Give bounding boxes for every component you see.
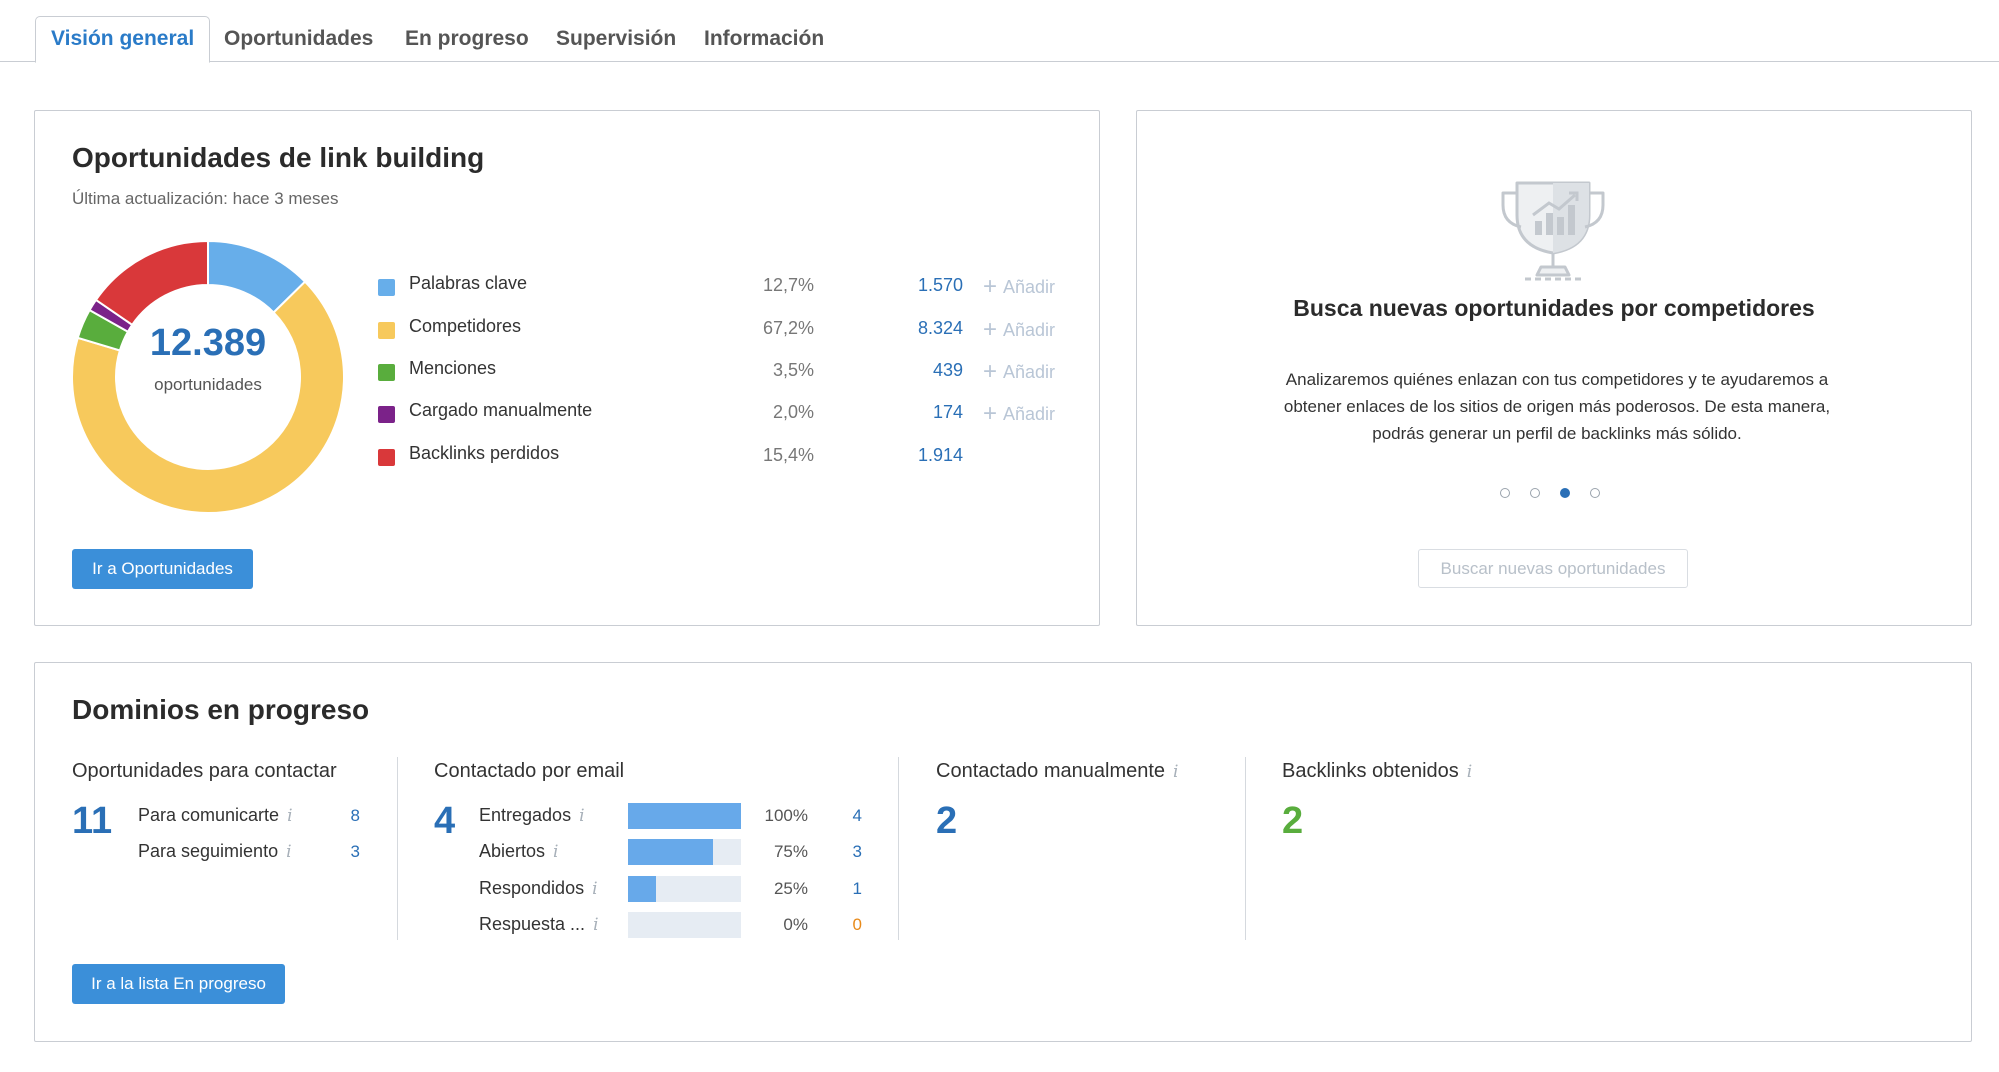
tab-information[interactable]: Información	[704, 14, 824, 62]
email-status-row: Respondidos i	[479, 878, 598, 899]
email-status-row: Respuesta ... i	[479, 914, 599, 935]
last-updated-text: Última actualización: hace 3 meses	[72, 189, 339, 208]
info-icon[interactable]: i	[287, 806, 292, 826]
trophy-chart-icon	[1501, 181, 1605, 281]
legend-swatch	[378, 279, 395, 296]
info-icon[interactable]: i	[592, 879, 597, 899]
legend-row: Menciones 3,5% 439 + Añadir	[378, 356, 1078, 386]
legend-row: Palabras clave 12,7% 1.570 + Añadir	[378, 271, 1078, 301]
add-competitors-button[interactable]: + Añadir	[983, 315, 1055, 343]
manual-contacted-header: Contactado manualmente i	[936, 760, 1179, 782]
tab-monitoring[interactable]: Supervisión	[556, 14, 676, 62]
progress-bar-fill	[628, 876, 657, 902]
legend-swatch	[378, 364, 395, 381]
row-label: Respuesta ...	[479, 914, 586, 934]
row-label: Entregados	[479, 805, 572, 825]
tab-in-progress[interactable]: En progreso	[405, 14, 529, 62]
email-status-row: Abiertos i	[479, 841, 558, 862]
legend-count-link[interactable]: 439	[823, 360, 963, 381]
row-label: Respondidos	[479, 878, 585, 898]
email-status-row: Entregados i	[479, 805, 585, 826]
column-divider	[397, 757, 398, 940]
info-icon[interactable]: i	[553, 842, 558, 862]
donut-total: 12.389	[149, 322, 267, 364]
progress-bar-fill	[628, 839, 713, 865]
legend-row: Cargado manualmente 2,0% 174 + Añadir	[378, 398, 1078, 428]
legend-count-link[interactable]: 1.570	[823, 275, 963, 296]
carousel-dot[interactable]	[1500, 488, 1510, 498]
legend-row: Backlinks perdidos 15,4% 1.914	[378, 441, 1078, 471]
row-label: Para comunicarte	[138, 805, 280, 825]
backlinks-obtained-header: Backlinks obtenidos i	[1282, 760, 1473, 782]
email-percent: 25%	[773, 879, 808, 898]
to-contact-value[interactable]: 3	[320, 842, 360, 862]
email-count[interactable]: 1	[842, 879, 862, 899]
plus-icon: +	[983, 273, 998, 300]
legend-percent: 3,5%	[772, 360, 814, 380]
info-icon[interactable]: i	[1467, 762, 1472, 782]
row-label: Para seguimiento	[138, 841, 279, 861]
email-contacted-total[interactable]: 4	[434, 800, 455, 843]
legend-percent: 12,7%	[762, 275, 814, 295]
email-percent: 75%	[773, 842, 808, 861]
info-icon[interactable]: i	[1173, 762, 1178, 782]
column-divider	[1245, 757, 1246, 940]
carousel-dot[interactable]	[1590, 488, 1600, 498]
column-divider	[898, 757, 899, 940]
donut-slice-4[interactable]	[94, 239, 209, 327]
legend-count-link[interactable]: 174	[823, 402, 963, 423]
email-count[interactable]: 4	[842, 806, 862, 826]
legend-swatch	[378, 449, 395, 466]
to-contact-total[interactable]: 11	[72, 800, 112, 843]
info-icon[interactable]: i	[593, 915, 598, 935]
email-count[interactable]: 3	[842, 842, 862, 862]
in-progress-title: Dominios en progreso	[72, 694, 370, 725]
legend-count-link[interactable]: 8.324	[823, 318, 963, 339]
to-contact-value[interactable]: 8	[320, 806, 360, 826]
backlinks-obtained-total[interactable]: 2	[1282, 800, 1303, 843]
to-contact-row: Para comunicarte i	[138, 805, 293, 826]
go-to-opportunities-button[interactable]: Ir a Oportunidades	[72, 549, 253, 589]
to-contact-header: Oportunidades para contactar	[72, 760, 337, 782]
opportunities-title: Oportunidades de link building	[72, 142, 485, 173]
info-icon[interactable]: i	[579, 806, 584, 826]
email-contacted-header: Contactado por email	[434, 760, 625, 782]
add-keywords-button[interactable]: + Añadir	[983, 272, 1055, 300]
legend-swatch	[378, 406, 395, 423]
competitors-card-description: Analizaremos quiénes enlazan con tus com…	[1283, 370, 1831, 443]
legend-label: Palabras clave	[409, 273, 528, 293]
add-mentions-button[interactable]: + Añadir	[983, 357, 1055, 385]
legend-percent: 2,0%	[772, 402, 814, 422]
donut-total-label: oportunidades	[154, 375, 262, 394]
row-label: Abiertos	[479, 841, 546, 861]
find-new-opportunities-button[interactable]: Buscar nuevas oportunidades	[1418, 549, 1688, 588]
legend-label: Cargado manualmente	[409, 400, 593, 420]
legend-percent: 15,4%	[762, 445, 814, 465]
email-percent: 100%	[764, 806, 808, 825]
competitors-card-title: Busca nuevas oportunidades por competido…	[1293, 295, 1815, 321]
manual-contacted-total[interactable]: 2	[936, 800, 957, 843]
email-percent: 0%	[783, 915, 808, 934]
go-to-in-progress-button[interactable]: Ir a la lista En progreso	[72, 964, 285, 1004]
legend-label: Competidores	[409, 316, 522, 336]
plus-icon: +	[983, 358, 998, 385]
tab-opportunities[interactable]: Oportunidades	[224, 14, 373, 62]
legend-label: Menciones	[409, 358, 497, 378]
legend-swatch	[378, 322, 395, 339]
legend-percent: 67,2%	[762, 318, 814, 338]
info-icon[interactable]: i	[286, 842, 291, 862]
carousel-dot[interactable]	[1530, 488, 1540, 498]
plus-icon: +	[983, 400, 998, 427]
legend-label: Backlinks perdidos	[409, 443, 560, 463]
carousel-dot-active[interactable]	[1560, 488, 1570, 498]
add-manual-button[interactable]: + Añadir	[983, 399, 1055, 427]
tab-bar: Visión general Oportunidades En progreso…	[0, 0, 1999, 63]
to-contact-row: Para seguimiento i	[138, 841, 292, 862]
plus-icon: +	[983, 316, 998, 343]
email-count[interactable]: 0	[842, 915, 862, 935]
legend-row: Competidores 67,2% 8.324 + Añadir	[378, 314, 1078, 344]
legend-count-link[interactable]: 1.914	[823, 445, 963, 466]
tab-overview[interactable]: Visión general	[35, 16, 211, 63]
